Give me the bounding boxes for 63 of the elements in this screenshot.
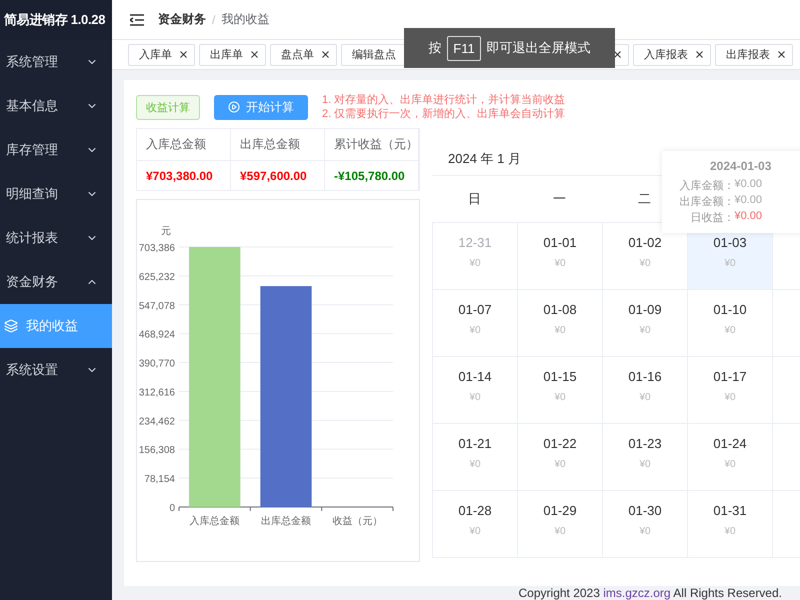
notice-text: 即可退出全屏模式 xyxy=(486,39,591,57)
summary-value: -¥105,780.00 xyxy=(325,161,419,190)
menu-item[interactable]: 系统管理 xyxy=(0,40,112,84)
tooltip-label: 日收益： xyxy=(690,211,734,225)
tooltip-value: ¥0.00 xyxy=(734,178,762,192)
tooltip-label: 入库金额： xyxy=(679,178,734,193)
layers-icon xyxy=(4,319,18,333)
menu-item[interactable]: 系统设置 xyxy=(0,348,112,392)
axis-unit-label: 元 xyxy=(161,226,171,237)
tab[interactable]: 出库单 xyxy=(199,44,266,66)
tick-label: 312,616 xyxy=(138,387,175,398)
tooltip-value: ¥0.00 xyxy=(734,194,762,208)
category-label: 入库总金额 xyxy=(190,516,240,527)
menu-item[interactable]: 基本信息 xyxy=(0,84,112,128)
note-text: 2. 仅需要执行一次，新增的入、出库单会自动计算 xyxy=(322,107,566,121)
breadcrumb-separator: / xyxy=(212,12,216,26)
tooltip-value: ¥0.00 xyxy=(734,210,762,224)
breadcrumb-item[interactable]: 资金财务 xyxy=(158,11,206,28)
tab[interactable]: 入库报表 xyxy=(633,44,711,66)
submenu-label: 我的收益 xyxy=(26,317,78,335)
weekday-label: 二 xyxy=(638,190,651,208)
tab[interactable]: 出库报表 xyxy=(715,44,793,66)
close-icon[interactable] xyxy=(178,49,189,60)
tick-label: 234,462 xyxy=(138,416,175,428)
close-icon[interactable] xyxy=(249,49,260,60)
copyright-text: Copyright 2023 ims.gzcz.org All Rights Reserved. xyxy=(518,586,782,600)
summary-value: ¥703,380.00 xyxy=(137,161,231,190)
summary-header: 累计收益（元） xyxy=(325,129,419,161)
menu-icon[interactable] xyxy=(130,14,144,26)
summary-header: 出库总金额 xyxy=(231,129,325,161)
weekday-label: 日 xyxy=(468,190,481,208)
summary-value: ¥597,600.00 xyxy=(231,161,325,190)
close-icon[interactable] xyxy=(776,49,787,60)
tab[interactable]: 盘点单 xyxy=(270,44,337,66)
menu-item[interactable]: 资金财务 xyxy=(0,260,112,304)
menu-item[interactable]: 统计报表 xyxy=(0,216,112,260)
tooltip-title: 2024-01-03 xyxy=(709,159,772,173)
tick-label: 468,924 xyxy=(138,330,175,341)
tick-label: 625,232 xyxy=(138,272,175,283)
tick-label: 547,078 xyxy=(138,300,175,312)
menu-item[interactable]: 库存管理 xyxy=(0,128,112,172)
tick-label: 78,154 xyxy=(144,474,175,486)
breadcrumb-item: 我的收益 xyxy=(221,11,270,28)
tick-label: 0 xyxy=(169,503,175,514)
close-icon[interactable] xyxy=(694,49,705,60)
tab[interactable]: 入库单 xyxy=(128,44,195,66)
summary-header: 入库总金额 xyxy=(137,129,231,161)
calendar-day[interactable]: 01-28 ¥0 xyxy=(432,490,518,558)
tick-label: 703,386 xyxy=(138,243,175,254)
menu-item[interactable]: 明细查询 xyxy=(0,172,112,216)
tick-label: 156,308 xyxy=(138,445,175,456)
tick-label: 390,770 xyxy=(138,358,175,370)
close-icon[interactable] xyxy=(320,49,331,60)
weekday-label: 一 xyxy=(553,190,566,208)
note-text: 1. 对存量的入、出库单进行统计，并计算当前收益 xyxy=(322,93,566,107)
site-link[interactable]: ims.gzcz.org xyxy=(603,586,671,600)
notice-text: 按 xyxy=(428,39,442,57)
close-icon[interactable] xyxy=(612,49,623,60)
category-label: 收益（元） xyxy=(332,516,382,527)
key-label: F11 xyxy=(447,36,481,60)
tooltip-label: 出库金额： xyxy=(679,194,734,209)
play-icon xyxy=(228,101,240,113)
category-label: 出库总金额 xyxy=(261,516,311,527)
